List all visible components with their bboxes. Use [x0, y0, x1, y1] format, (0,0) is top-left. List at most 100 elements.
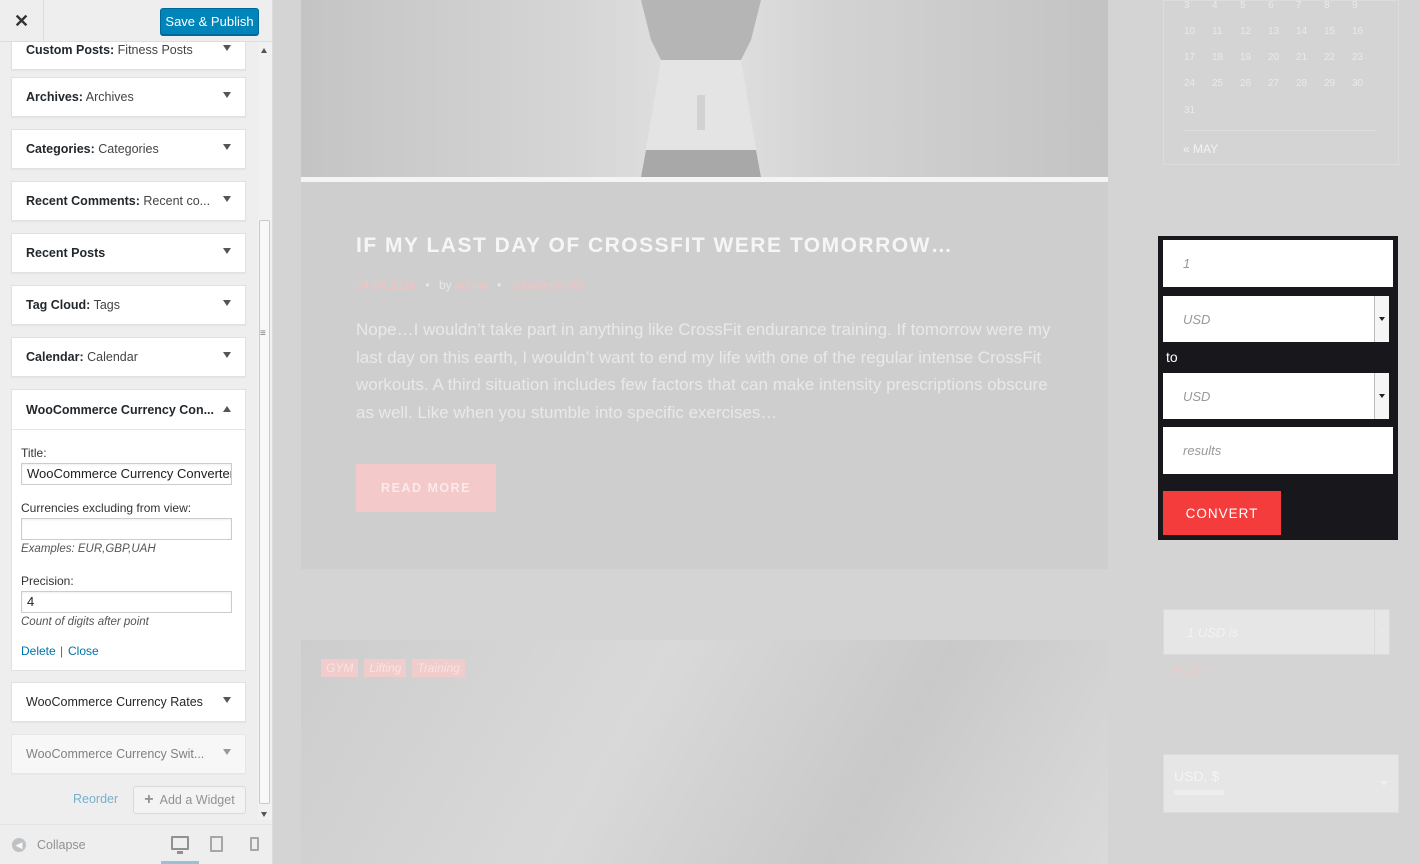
dropdown-arrow-icon[interactable] [1374, 610, 1389, 654]
chevron-down-icon[interactable] [223, 144, 231, 150]
athlete-image [641, 0, 761, 177]
tag-lifting[interactable]: Lifting [364, 659, 407, 677]
widget-currency-switcher[interactable]: WooCommerce Currency Swit... [11, 734, 246, 774]
calendar-week: 31 [1184, 105, 1212, 116]
scroll-thumb[interactable] [259, 220, 270, 804]
delete-link[interactable]: Delete [21, 644, 56, 658]
chevron-down-icon[interactable] [223, 300, 231, 306]
widget-subtitle: Categories [94, 142, 159, 156]
calendar-day: 29 [1324, 78, 1336, 89]
post-comments-link[interactable]: comments (0) [511, 278, 584, 292]
post-author[interactable]: admin [455, 278, 488, 292]
collapse-button[interactable]: Collapse [37, 838, 86, 852]
save-publish-button[interactable]: Save & Publish [160, 8, 259, 35]
exclude-currencies-input[interactable] [21, 518, 232, 540]
widget-subtitle: Calendar [83, 350, 138, 364]
collapse-icon[interactable]: ◀ [12, 838, 26, 852]
calendar-widget: 3 4 5 6 7 8 9 10 11 12 13 14 15 16 17 18… [1163, 0, 1399, 165]
calendar-day: 27 [1268, 78, 1280, 89]
calendar-day: 9 [1352, 0, 1358, 11]
currency-switcher[interactable]: USD, $ [1163, 754, 1399, 813]
calendar-prev-month-link[interactable]: « MAY [1183, 142, 1218, 156]
amount-placeholder: 1 [1183, 256, 1191, 271]
exclude-currencies-label: Currencies excluding from view: [21, 501, 192, 515]
widget-categories[interactable]: Categories: Categories [11, 129, 246, 169]
post-title[interactable]: IF MY LAST DAY OF CROSSFIT WERE TOMORROW… [356, 234, 953, 258]
calendar-day: 23 [1352, 52, 1364, 63]
rates-result: EUR: 1 [1172, 663, 1218, 679]
tag-gym[interactable]: GYM [321, 659, 359, 677]
widget-subtitle: Recent co... [139, 194, 211, 208]
calendar-day: 31 [1184, 105, 1196, 116]
to-currency-select[interactable]: USD [1163, 373, 1389, 419]
chevron-up-icon[interactable] [223, 406, 231, 412]
calendar-day: 19 [1240, 52, 1252, 63]
widget-name: Calendar: [26, 350, 84, 364]
second-post-image: GYM Lifting Training [301, 640, 1108, 864]
widget-recent-posts[interactable]: Recent Posts [11, 233, 246, 273]
widget-header[interactable]: WooCommerce Currency Con... [12, 390, 245, 430]
calendar-week: 10 11 12 13 14 15 16 [1184, 26, 1380, 37]
rates-currency-select[interactable]: 1 USD is [1163, 609, 1390, 655]
widget-currency-converter-expanded: WooCommerce Currency Con... Title: WooCo… [11, 389, 246, 671]
chevron-down-icon[interactable] [223, 697, 231, 703]
exclude-currencies-hint: Examples: EUR,GBP,UAH [21, 543, 156, 555]
precision-input[interactable]: 4 [21, 591, 232, 613]
reorder-link[interactable]: Reorder [73, 792, 118, 806]
convert-button[interactable]: CONVERT [1163, 491, 1281, 535]
post-excerpt: Nope…I wouldn’t take part in anything li… [356, 320, 1051, 422]
tablet-preview-icon[interactable] [210, 836, 223, 852]
calendar-day: 14 [1296, 26, 1308, 37]
calendar-day: 5 [1240, 0, 1246, 11]
calendar-day: 30 [1352, 78, 1364, 89]
tag-training[interactable]: Training [412, 659, 465, 677]
widget-calendar[interactable]: Calendar: Calendar [11, 337, 246, 377]
post-meta: 04.04.2016 • by admin • comments (0) [356, 278, 584, 292]
sidebar-scrollbar[interactable]: ≡ [258, 42, 272, 820]
post-date[interactable]: 04.04.2016 [356, 278, 416, 292]
widget-tag-cloud[interactable]: Tag Cloud: Tags [11, 285, 246, 325]
switcher-value: USD, $ [1174, 768, 1220, 784]
precision-label: Precision: [21, 574, 74, 588]
meta-bullet: • [497, 278, 502, 292]
close-icon[interactable]: ✕ [0, 0, 44, 42]
add-widget-button[interactable]: + Add a Widget [133, 786, 246, 814]
close-link[interactable]: Close [68, 644, 99, 658]
calendar-day: 18 [1212, 52, 1224, 63]
title-input[interactable]: WooCommerce Currency Converter [21, 463, 232, 485]
add-widget-label: Add a Widget [159, 793, 235, 807]
chevron-down-icon[interactable] [223, 749, 231, 755]
results-field[interactable]: results [1163, 427, 1393, 474]
title-label: Title: [21, 446, 47, 460]
dropdown-arrow-icon[interactable] [1374, 296, 1389, 342]
calendar-day: 21 [1296, 52, 1308, 63]
widget-recent-comments[interactable]: Recent Comments: Recent co... [11, 181, 246, 221]
widget-currency-rates[interactable]: WooCommerce Currency Rates [11, 682, 246, 722]
calendar-week: 24 25 26 27 28 29 30 [1184, 78, 1380, 89]
chevron-down-icon[interactable] [223, 92, 231, 98]
site-preview: IF MY LAST DAY OF CROSSFIT WERE TOMORROW… [273, 0, 1419, 864]
amount-input[interactable]: 1 [1163, 240, 1393, 287]
currency-converter-widget: 1 USD to USD results CONVERT [1158, 236, 1398, 540]
from-currency-select[interactable]: USD [1163, 296, 1389, 342]
desktop-preview-icon[interactable] [171, 836, 189, 854]
widget-name: Recent Comments: [26, 194, 140, 208]
calendar-day: 16 [1352, 26, 1364, 37]
scroll-up-arrow-icon[interactable] [261, 48, 267, 53]
calendar-day: 3 [1184, 0, 1190, 11]
dropdown-arrow-icon[interactable] [1374, 373, 1389, 419]
link-separator: | [60, 644, 64, 658]
read-more-button[interactable]: READ MORE [356, 464, 496, 512]
widget-name: WooCommerce Currency Swit... [26, 747, 205, 761]
chevron-down-icon[interactable] [223, 196, 231, 202]
calendar-day: 24 [1184, 78, 1196, 89]
widget-archives[interactable]: Archives: Archives [11, 77, 246, 117]
to-label: to [1166, 349, 1178, 365]
chevron-down-icon[interactable] [223, 352, 231, 358]
chevron-down-icon[interactable] [1380, 781, 1388, 786]
scroll-down-arrow-icon[interactable] [261, 812, 267, 817]
chevron-down-icon[interactable] [223, 248, 231, 254]
chevron-down-icon[interactable] [223, 45, 231, 51]
by-label: by [438, 278, 452, 292]
mobile-preview-icon[interactable] [250, 837, 259, 851]
